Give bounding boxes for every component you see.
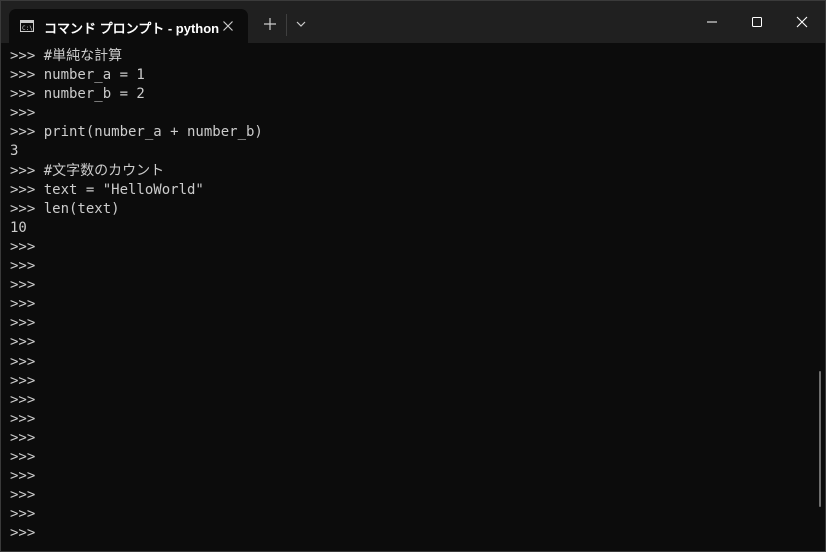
terminal-line: >>> — [10, 448, 36, 465]
title-bar: C:\ コマンド プロンプト - python — [1, 1, 825, 43]
terminal-line: >>> — [10, 353, 36, 370]
minimize-button[interactable] — [689, 1, 735, 43]
terminal-line: >>> — [10, 315, 36, 332]
terminal-line: >>> — [10, 277, 36, 294]
terminal-line: >>> — [10, 506, 36, 523]
terminal-line: >>> — [10, 391, 36, 408]
terminal-line: >>> — [10, 410, 36, 427]
terminal-line: >>> number_a = 1 — [10, 67, 145, 84]
terminal-window: C:\ コマンド プロンプト - python >>> #単純な計算 >>> n… — [0, 0, 826, 552]
close-icon — [796, 16, 808, 28]
terminal-line: >>> — [10, 429, 36, 446]
terminal-line: >>> — [10, 238, 36, 255]
terminal-line: >>> text = "HelloWorld" — [10, 181, 204, 198]
terminal-line: >>> — [10, 258, 36, 275]
terminal-line: >>> #文字数のカウント — [10, 162, 165, 179]
minimize-icon — [707, 21, 717, 23]
terminal-line: >>> number_b = 2 — [10, 86, 145, 103]
maximize-icon — [752, 17, 762, 27]
maximize-button[interactable] — [734, 1, 780, 43]
svg-text:C:\: C:\ — [22, 25, 33, 32]
terminal-line: >>> print(number_a + number_b) — [10, 124, 263, 141]
scrollbar-thumb[interactable] — [819, 371, 821, 507]
chevron-down-icon[interactable] — [294, 18, 308, 30]
terminal-line: >>> — [10, 334, 36, 351]
tab-title: コマンド プロンプト - python — [44, 21, 220, 36]
terminal-line: >>> — [10, 468, 36, 485]
terminal-line: 10 — [10, 219, 27, 236]
command-prompt-icon: C:\ — [20, 20, 34, 32]
terminal-line: >>> #単純な計算 — [10, 48, 123, 64]
terminal-line: >>> — [10, 487, 36, 504]
terminal-line: >>> — [10, 525, 36, 542]
terminal-line: >>> — [10, 105, 36, 122]
new-tab-icon[interactable] — [262, 16, 278, 32]
terminal-line: >>> len(text) — [10, 200, 120, 217]
close-tab-icon[interactable] — [220, 18, 236, 34]
terminal-line: >>> — [10, 296, 36, 313]
terminal-line: >>> — [10, 372, 36, 389]
terminal-line: 3 — [10, 143, 19, 160]
tab-divider — [286, 14, 287, 36]
close-window-button[interactable] — [779, 1, 825, 43]
terminal-output[interactable]: >>> #単純な計算 >>> number_a = 1 >>> number_b… — [10, 47, 810, 543]
tab-command-prompt[interactable]: C:\ コマンド プロンプト - python — [9, 9, 248, 43]
